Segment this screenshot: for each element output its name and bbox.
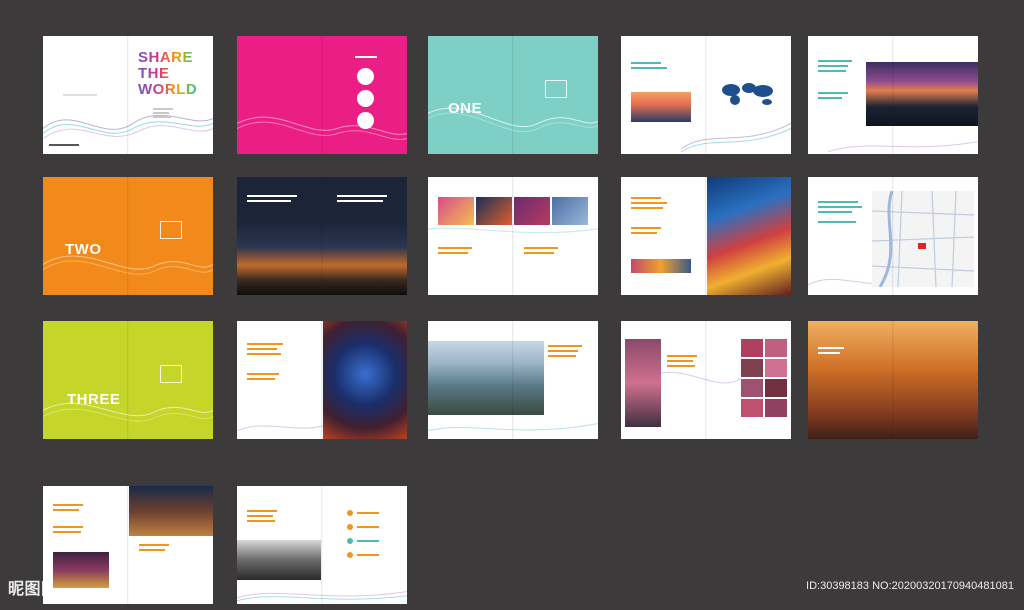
location-pin-icon bbox=[918, 243, 926, 249]
section-title-one: ONE bbox=[448, 100, 483, 117]
step-icon bbox=[347, 538, 353, 544]
brochure-spread-aerial-city bbox=[428, 321, 598, 439]
city-photo bbox=[741, 339, 763, 357]
step-icon bbox=[347, 524, 353, 530]
city-photo bbox=[438, 197, 474, 225]
step-icon bbox=[347, 552, 353, 558]
step-icon bbox=[347, 510, 353, 516]
id-watermark: ID:30398183 NO:20200320170940481081 bbox=[806, 580, 1014, 592]
world-map-graphic bbox=[722, 83, 773, 105]
city-photo bbox=[765, 339, 787, 357]
city-photo bbox=[765, 359, 787, 377]
site-name: 昵图网 bbox=[8, 581, 58, 598]
map-graphic bbox=[872, 191, 974, 287]
brochure-spread-world-map bbox=[621, 36, 791, 154]
city-photo bbox=[428, 341, 544, 415]
city-photo bbox=[631, 259, 691, 273]
circle-badge bbox=[357, 68, 374, 85]
city-photo bbox=[707, 177, 791, 295]
city-photo bbox=[631, 92, 691, 122]
city-photo bbox=[552, 197, 588, 225]
brochure-spread-one: ONE bbox=[428, 36, 598, 154]
brochure-spread-location-map bbox=[808, 177, 978, 295]
city-photo bbox=[866, 62, 978, 126]
title-line-the: THE bbox=[138, 65, 170, 82]
city-photo bbox=[514, 197, 550, 225]
brochure-spread-night-pavilion bbox=[237, 177, 407, 295]
city-photo bbox=[53, 552, 109, 588]
brochure-spread-magenta bbox=[237, 36, 407, 154]
brochure-spread-handshake bbox=[237, 486, 407, 604]
brochure-spread-plaza bbox=[43, 486, 213, 604]
brochure-spread-skyscrapers bbox=[237, 321, 407, 439]
city-photo bbox=[741, 379, 763, 397]
city-photo bbox=[625, 339, 661, 427]
city-photo bbox=[741, 399, 763, 417]
title-line-share: SHARE bbox=[138, 49, 194, 66]
brochure-spread-cover: SHARE THE WORLD bbox=[43, 36, 213, 154]
city-photo bbox=[323, 321, 407, 439]
section-title-two: TWO bbox=[65, 241, 102, 258]
brochure-spread-three: THREE bbox=[43, 321, 213, 439]
city-photo bbox=[476, 197, 512, 225]
city-photo bbox=[765, 379, 787, 397]
city-photo bbox=[741, 359, 763, 377]
brochure-spread-photo-collage bbox=[428, 177, 598, 295]
brochure-spread-night-city bbox=[808, 36, 978, 154]
handshake-photo bbox=[237, 540, 321, 580]
share-the-world-title: SHARE THE WORLD bbox=[138, 50, 197, 98]
brochure-spread-times-square bbox=[621, 177, 791, 295]
brochure-spread-crowd-grid bbox=[621, 321, 791, 439]
city-photo bbox=[129, 486, 213, 536]
part-label-box bbox=[545, 80, 567, 98]
section-title-three: THREE bbox=[67, 391, 121, 408]
circle-badge bbox=[357, 112, 374, 129]
brochure-spread-two: TWO bbox=[43, 177, 213, 295]
brochure-spread-mall bbox=[808, 321, 978, 439]
title-line-world: WORLD bbox=[138, 81, 198, 98]
part-label-box bbox=[160, 365, 182, 383]
circle-badge bbox=[357, 90, 374, 107]
city-photo bbox=[765, 399, 787, 417]
part-label-box bbox=[160, 221, 182, 239]
